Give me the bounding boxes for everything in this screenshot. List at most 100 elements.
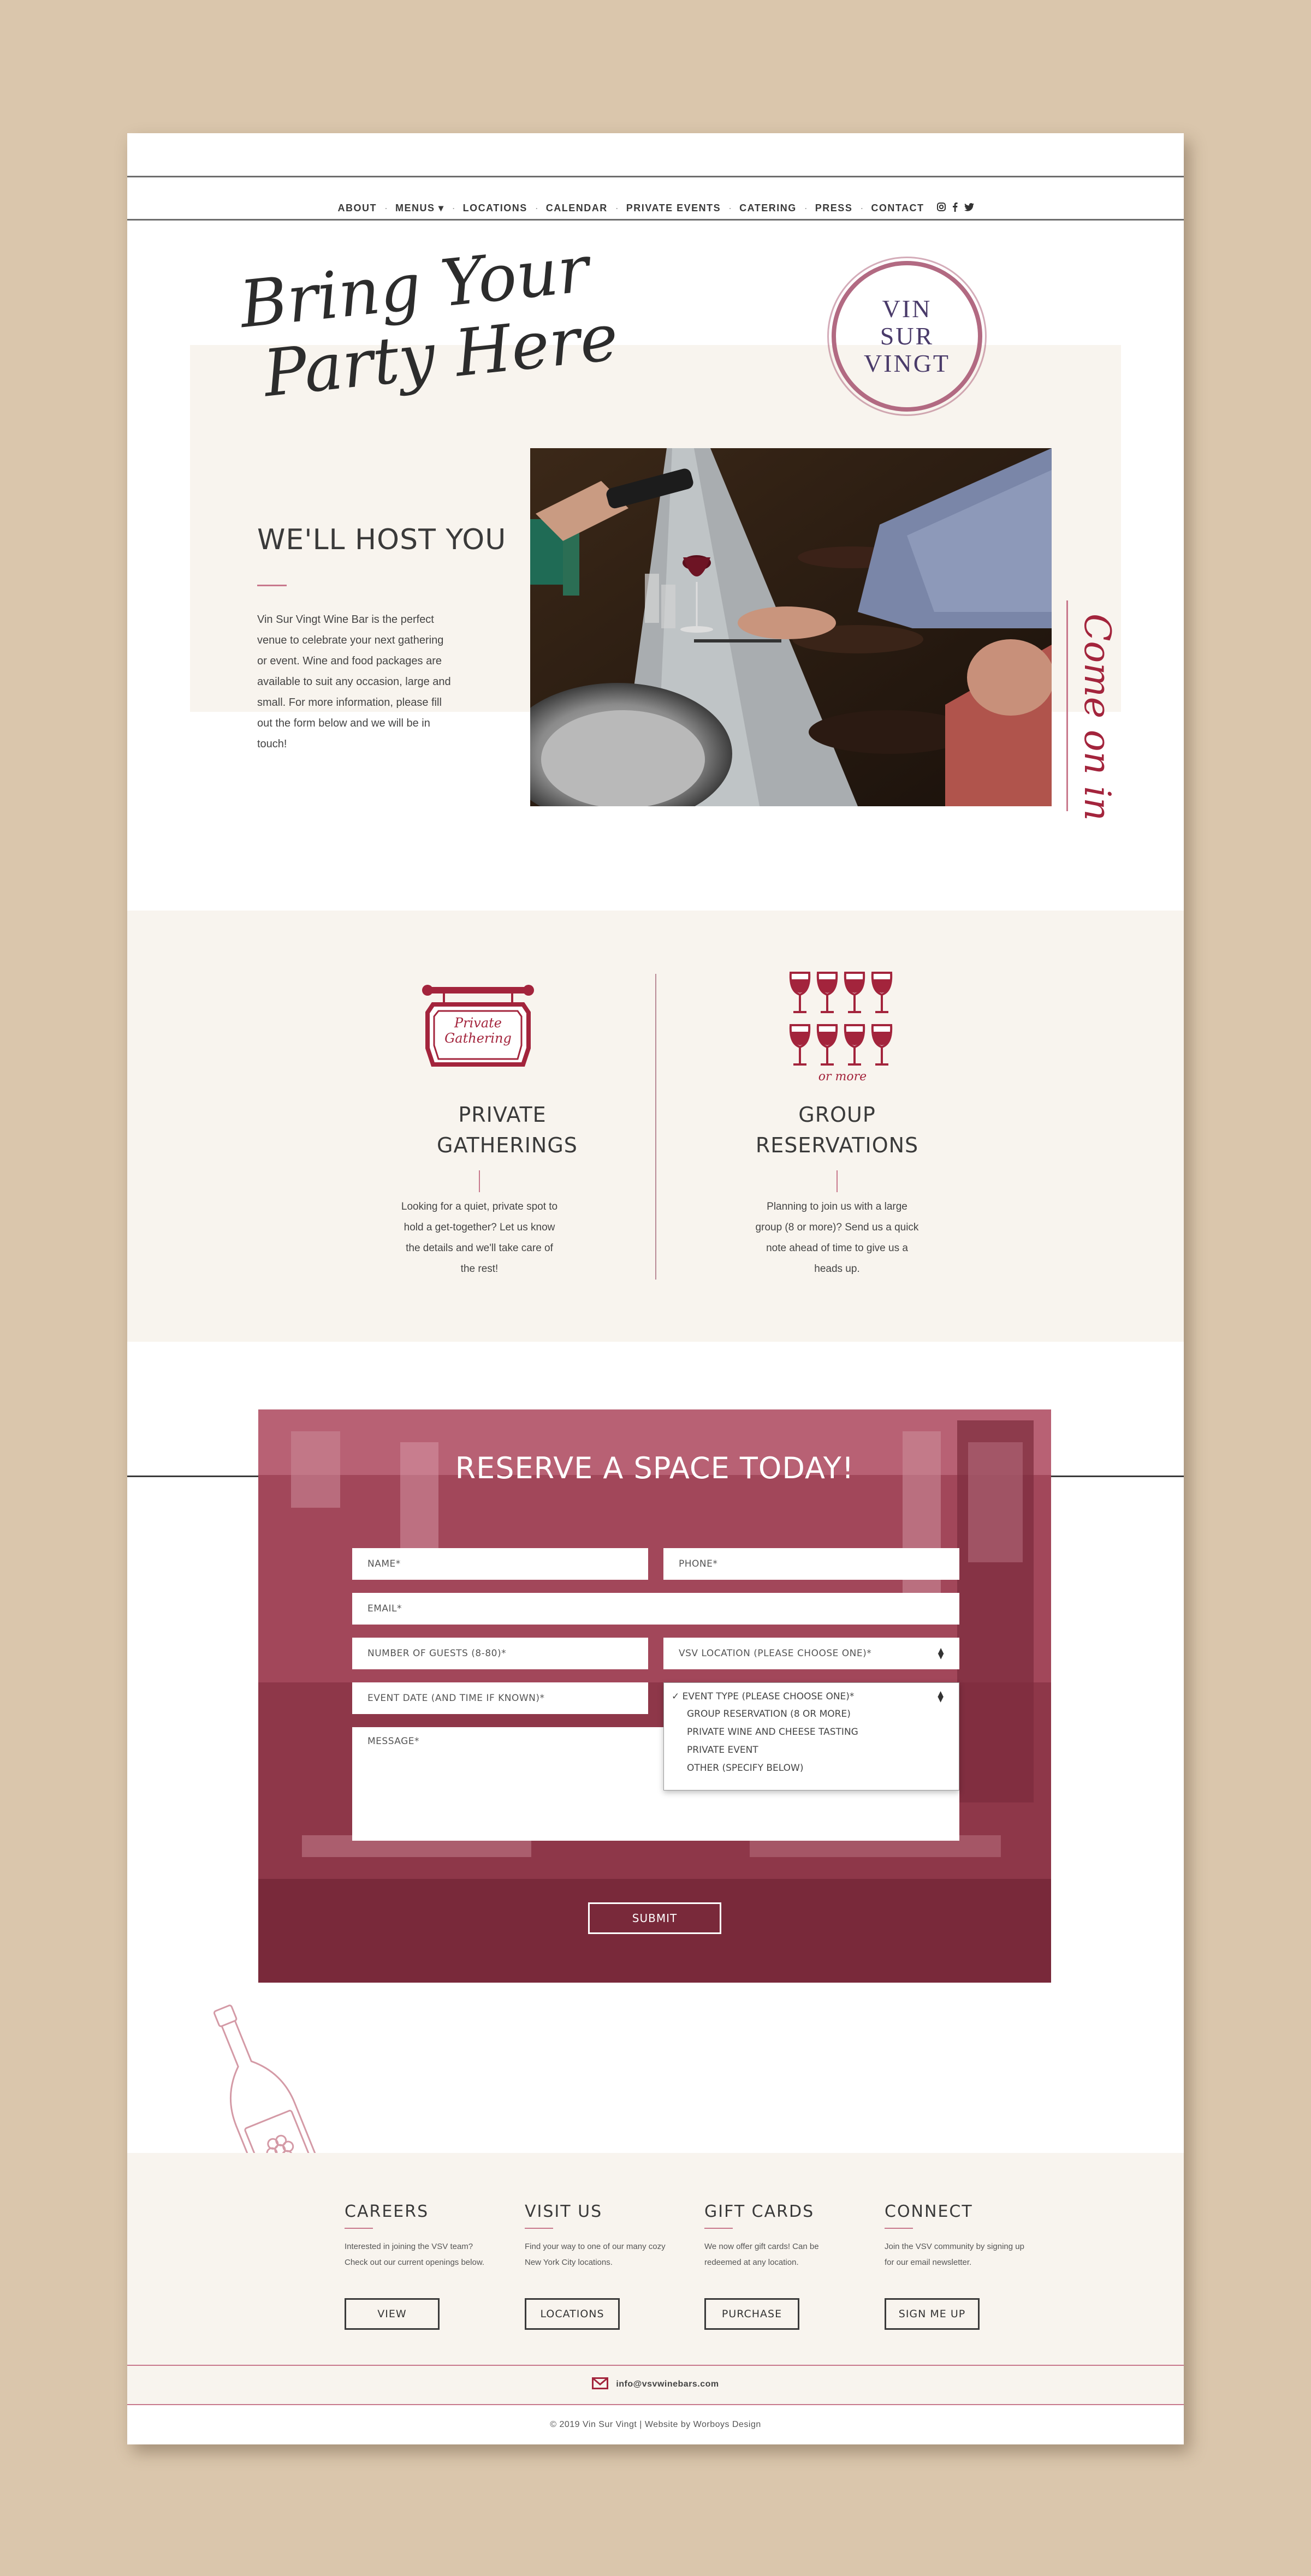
heading-accent-rule <box>257 585 287 586</box>
visit-body: Find your way to one of our many cozy Ne… <box>525 2242 666 2267</box>
form-title: RESERVE A SPACE TODAY! <box>455 1451 855 1485</box>
event-type-option-0-label: EVENT TYPE (PLEASE CHOOSE ONE)* <box>682 1691 855 1702</box>
hero-body: Vin Sur Vingt Wine Bar is the perfect ve… <box>257 614 451 750</box>
gift-title: GIFT CARDS <box>704 2202 815 2221</box>
event-type-option[interactable]: PRIVATE EVENT <box>664 1741 959 1759</box>
nav-separator: · <box>860 202 864 213</box>
private-title-line2: GATHERINGS <box>437 1133 578 1157</box>
wine-bar-photo <box>530 448 1052 806</box>
sign-line-1: Private <box>454 1015 502 1031</box>
nav-separator: · <box>452 202 455 213</box>
email-field[interactable]: EMAIL* <box>352 1593 959 1625</box>
twitter-icon[interactable] <box>961 203 977 214</box>
phone-field[interactable]: PHONE* <box>663 1548 959 1580</box>
wine-glass-icon <box>789 1024 811 1066</box>
nav-separator: · <box>535 202 538 213</box>
wine-glass-icon <box>844 972 865 1013</box>
location-select-label: VSV LOCATION (PLEASE CHOOSE ONE)* <box>679 1648 872 1659</box>
nav-separator: · <box>728 202 732 213</box>
copyright: © 2019 Vin Sur Vingt | Website by Worboy… <box>127 2405 1184 2444</box>
wine-glass-icon <box>844 1024 865 1066</box>
careers-view-button[interactable]: VIEW <box>345 2298 440 2330</box>
private-gathering-sign-icon: Private Gathering <box>422 983 534 1075</box>
wine-glass-icon <box>789 972 811 1013</box>
wine-glass-icon <box>871 972 893 1013</box>
wine-glasses-icon: or more <box>788 965 897 1085</box>
nav-menus-label: MENUS <box>395 202 435 213</box>
footer-col-gift: GIFT CARDS We now offer gift cards! Can … <box>704 2202 846 2270</box>
event-type-option[interactable]: PRIVATE WINE AND CHEESE TASTING <box>664 1723 959 1741</box>
gift-body: We now offer gift cards! Can be redeemed… <box>704 2242 819 2267</box>
event-type-option[interactable]: GROUP RESERVATION (8 OR MORE) <box>664 1705 959 1723</box>
event-type-option-selected[interactable]: ✓ EVENT TYPE (PLEASE CHOOSE ONE)* ▲ ▼ <box>664 1688 959 1705</box>
sign-me-up-button[interactable]: SIGN ME UP <box>885 2298 980 2330</box>
footer-col-connect: CONNECT Join the VSV community by signin… <box>885 2202 1027 2270</box>
wine-glass-icon <box>816 972 838 1013</box>
nav-menus[interactable]: MENUS ▾ <box>391 203 449 214</box>
nav-calendar[interactable]: CALENDAR <box>542 203 612 214</box>
guests-field[interactable]: NUMBER OF GUESTS (8-80)* <box>352 1638 648 1669</box>
gift-accent-rule <box>704 2228 733 2229</box>
footer-email-bar: info@vsvwinebars.com <box>127 2365 1184 2404</box>
nav-separator: · <box>384 202 388 213</box>
locations-button[interactable]: LOCATIONS <box>525 2298 620 2330</box>
group-reservations-body: Planning to join us with a large group (… <box>755 1201 919 1275</box>
event-type-option[interactable]: OTHER (SPECIFY BELOW) <box>664 1759 959 1777</box>
private-gatherings-title: PRIVATE GATHERINGS <box>437 1099 578 1161</box>
group-title-line2: RESERVATIONS <box>755 1133 919 1157</box>
facebook-icon[interactable] <box>949 202 961 215</box>
sign-text: Private Gathering <box>422 1015 534 1046</box>
instagram-icon[interactable] <box>934 202 949 214</box>
purchase-button[interactable]: PURCHASE <box>704 2298 799 2330</box>
event-type-option-selected-inner: ✓ EVENT TYPE (PLEASE CHOOSE ONE)* <box>672 1691 854 1702</box>
connect-body: Join the VSV community by signing up for… <box>885 2242 1024 2267</box>
connect-accent-rule <box>885 2228 913 2229</box>
sign-line-2: Gathering <box>444 1031 512 1046</box>
careers-accent-rule <box>345 2228 373 2229</box>
footer-email-link[interactable]: info@vsvwinebars.com <box>616 2379 719 2389</box>
envelope-icon <box>592 2377 609 2392</box>
careers-title: CAREERS <box>345 2202 429 2221</box>
private-title-line1: PRIVATE <box>458 1103 547 1127</box>
nav-press[interactable]: PRESS <box>811 203 857 214</box>
side-accent-rule <box>1066 600 1068 811</box>
main-nav: ABOUT · MENUS ▾ · LOCATIONS · CALENDAR ·… <box>127 188 1184 228</box>
select-arrows-icon: ▲ ▼ <box>938 1646 944 1661</box>
nav-private-events[interactable]: PRIVATE EVENTS <box>622 203 725 214</box>
wine-glass-icon <box>871 1024 893 1066</box>
nav-separator: · <box>615 202 619 213</box>
group-reservations-title: GROUP RESERVATIONS <box>755 1099 919 1161</box>
visit-title: VISIT US <box>525 2202 603 2221</box>
reservation-form-panel: RESERVE A SPACE TODAY! NAME* PHONE* EMAI… <box>258 1409 1051 1983</box>
private-gatherings-body: Looking for a quiet, private spot to hol… <box>401 1201 558 1275</box>
logo-ring-icon <box>827 257 987 416</box>
private-accent-rule <box>479 1170 480 1192</box>
nav-catering[interactable]: CATERING <box>735 203 801 214</box>
nav-contact[interactable]: CONTACT <box>867 203 928 214</box>
hero-heading: WE'LL HOST YOU <box>257 523 507 556</box>
visit-accent-rule <box>525 2228 553 2229</box>
connect-title: CONNECT <box>885 2202 973 2221</box>
come-on-in-script: Come on in <box>1076 614 1118 821</box>
group-accent-rule <box>837 1170 838 1192</box>
group-title-line1: GROUP <box>798 1103 876 1127</box>
location-select[interactable]: VSV LOCATION (PLEASE CHOOSE ONE)* ▲ ▼ <box>663 1638 959 1669</box>
name-field[interactable]: NAME* <box>352 1548 648 1580</box>
nav-about[interactable]: ABOUT <box>334 203 382 214</box>
page-frame: ABOUT · MENUS ▾ · LOCATIONS · CALENDAR ·… <box>127 133 1184 2444</box>
nav-locations[interactable]: LOCATIONS <box>459 203 532 214</box>
vin-sur-vingt-logo: VIN SUR VINGT <box>827 257 987 416</box>
select-arrows-icon: ▲ ▼ <box>938 1689 944 1704</box>
footer-col-visit: VISIT US Find your way to one of our man… <box>525 2202 667 2270</box>
event-date-field[interactable]: EVENT DATE (AND TIME IF KNOWN)* <box>352 1682 648 1714</box>
nav-top-rule <box>127 176 1184 177</box>
submit-button[interactable]: SUBMIT <box>588 1902 721 1934</box>
event-type-dropdown[interactable]: ✓ EVENT TYPE (PLEASE CHOOSE ONE)* ▲ ▼ GRO… <box>663 1682 959 1790</box>
check-icon: ✓ <box>672 1691 683 1702</box>
nav-separator: · <box>804 202 808 213</box>
careers-body: Interested in joining the VSV team? Chec… <box>345 2242 484 2267</box>
services-divider <box>655 974 656 1280</box>
chevron-down-icon: ▾ <box>438 202 444 213</box>
glasses-caption: or more <box>818 1070 867 1084</box>
wine-glass-icon <box>816 1024 838 1066</box>
